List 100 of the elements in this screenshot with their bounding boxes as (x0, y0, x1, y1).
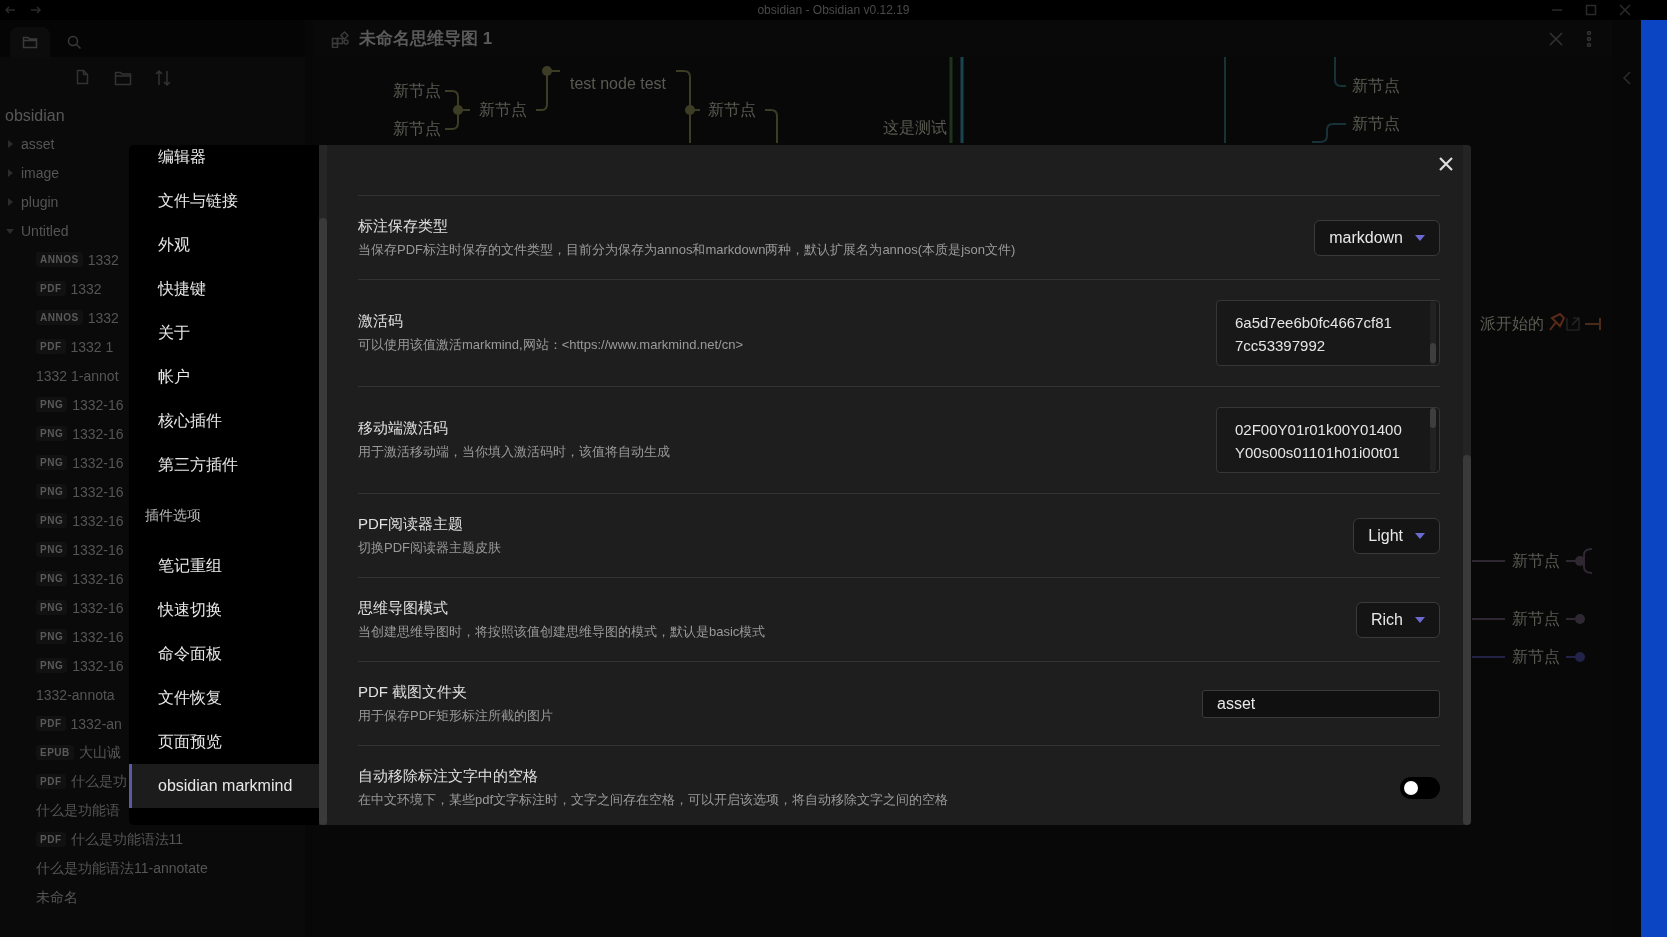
file-name[interactable]: 1332-annota (36, 686, 115, 703)
file-type-badge: PNG (36, 455, 68, 470)
toggle-switch[interactable] (1400, 776, 1440, 799)
expand-caret-icon[interactable] (5, 138, 15, 149)
maximize-icon (1585, 4, 1597, 16)
scrollbar-icon (1429, 301, 1437, 365)
folder-name[interactable]: image (21, 164, 60, 181)
setting-description: 在中文环境下，某些pdf文字标注时，文字之间存在空格，可以开启该选项，将自动移除文字之间的空格 (358, 790, 949, 809)
file-name[interactable]: 1332-16 (72, 512, 124, 529)
file-name[interactable]: 1332-16 (72, 570, 124, 587)
dropdown[interactable]: markdown (1314, 219, 1440, 256)
file-name[interactable]: 1332-16 (72, 425, 124, 442)
file-name[interactable]: 1332-16 (72, 599, 124, 616)
file-type-badge: PDF (36, 716, 66, 731)
file-name[interactable]: 大山诚 (78, 743, 121, 762)
text-area[interactable]: 02F00Y01r01k00Y01400 Y00s00s01101h01i00t01 (1216, 407, 1440, 473)
setting-description: 用于激活移动端，当你填入激活码时，该值将自动生成 (358, 443, 670, 461)
setting-name: PDF 截图文件夹 (358, 682, 469, 702)
file-type-badge: EPUB (36, 745, 74, 760)
mindmap-node[interactable]: 这是测试 (883, 117, 947, 139)
scrollbar-icon (1429, 408, 1437, 472)
caret-icon (1415, 532, 1425, 539)
file-name[interactable]: 1332-16 (72, 454, 124, 471)
caret-icon (1415, 234, 1425, 241)
caret-icon (1415, 616, 1425, 623)
settings-nav-item[interactable]: 核心插件 (129, 399, 319, 443)
settings-nav-item[interactable]: 文件恢复 (129, 676, 319, 720)
settings-nav-item[interactable]: 命令面板 (129, 632, 319, 676)
file-name[interactable]: 1332-16 (72, 541, 124, 558)
mindmap-node[interactable]: 新节点 (1352, 75, 1400, 97)
mindmap-node[interactable]: 新节点 (1512, 646, 1560, 668)
file-name[interactable]: 什么是功 (70, 772, 127, 791)
sort-icon (153, 69, 172, 87)
setting-description: 当保存PDF标注时保存的文件类型，目前分为保存为annos和markdown两种，默认扩展名为annos(本质是json文件) (358, 240, 1016, 259)
mindmap-node[interactable]: 新节点 (393, 118, 441, 140)
settings-nav-item[interactable]: 帐户 (129, 355, 319, 399)
mindmap-node[interactable]: 新节点 (479, 99, 527, 121)
connector-drawing (535, 66, 561, 111)
back-arrow-icon (4, 4, 16, 16)
file-name[interactable]: 1332 1-annot (36, 367, 119, 384)
file-name[interactable]: 什么是功能语 (36, 801, 120, 820)
setting-name: 标注保存类型 (358, 216, 449, 236)
mindmap-node[interactable]: 派开始的 (1480, 313, 1544, 335)
folder-name[interactable]: Untitled (21, 222, 69, 239)
folder-icon (22, 34, 38, 50)
file-name[interactable]: 未命名 (36, 888, 78, 907)
mindmap-node[interactable]: 新节点 (708, 99, 756, 121)
file-name[interactable]: 1332-16 (72, 396, 124, 413)
mindmap-node[interactable]: 新节点 (1352, 113, 1400, 135)
connector-line (1334, 56, 1347, 87)
settings-nav-item[interactable]: 页面预览 (129, 720, 319, 764)
folder-name[interactable]: asset (21, 135, 55, 152)
scrollbar[interactable] (1463, 145, 1471, 825)
file-type-badge: PNG (36, 571, 68, 586)
files-tab[interactable] (10, 27, 50, 57)
file-name[interactable]: 1332 1 (70, 338, 114, 355)
file-name[interactable]: 1332-an (70, 715, 122, 732)
setting-name: PDF阅读器主题 (358, 514, 464, 534)
close-icon (1548, 30, 1564, 47)
file-type-badge: PDF (36, 832, 66, 847)
file-name[interactable]: 1332 (87, 309, 119, 326)
file-name[interactable]: 什么是功能语法11 (70, 830, 184, 849)
connector-drawing (444, 90, 471, 130)
mindmap-icon (331, 29, 349, 48)
settings-nav-item[interactable]: 笔记重组 (129, 544, 319, 588)
mindmap-node[interactable]: 新节点 (1512, 608, 1560, 630)
more-options-icon (1586, 30, 1592, 47)
dropdown[interactable]: Rich (1356, 601, 1440, 638)
settings-nav-item[interactable]: 第三方插件 (129, 443, 319, 487)
text-field[interactable]: asset (1202, 689, 1440, 718)
mindmap-node[interactable]: 新节点 (1512, 550, 1560, 572)
folder-name[interactable]: plugin (21, 193, 59, 210)
settings-nav-item[interactable]: 文件与链接 (129, 179, 319, 223)
dropdown[interactable]: Light (1353, 517, 1440, 554)
text-area[interactable]: 6a5d7ee6b0fc4667cf81 7cc53397992 (1216, 300, 1440, 366)
file-name[interactable]: 1332-16 (72, 483, 124, 500)
settings-nav-item[interactable]: 快捷键 (129, 267, 319, 311)
mindmap-node[interactable]: test node test (569, 75, 667, 93)
file-type-badge: PDF (36, 774, 66, 789)
connector-line (764, 109, 778, 144)
file-name[interactable]: 1332-16 (72, 628, 124, 645)
file-type-badge: ANNOS (36, 310, 83, 325)
file-name[interactable]: 什么是功能语法11-annotate (36, 859, 208, 878)
settings-nav-item[interactable]: 编辑器 (129, 145, 319, 179)
settings-nav-item[interactable]: 快速切换 (129, 588, 319, 632)
mindmap-node[interactable]: 新节点 (393, 80, 441, 102)
settings-nav-item[interactable]: obsidian markmind (129, 764, 319, 808)
nav-section-heading: 插件选项 (144, 505, 202, 525)
expand-caret-icon[interactable] (5, 167, 15, 178)
new-folder-icon (113, 69, 132, 87)
file-name[interactable]: 1332 (70, 280, 102, 297)
expand-caret-icon[interactable] (5, 196, 15, 207)
vault-name: obsidian (4, 106, 66, 126)
settings-nav-item[interactable]: 关于 (129, 311, 319, 355)
file-name[interactable]: 1332-16 (72, 657, 124, 674)
settings-nav-item[interactable]: 外观 (129, 223, 319, 267)
scrollbar[interactable] (319, 145, 327, 825)
file-name[interactable]: 1332 (87, 251, 119, 268)
file-type-badge: PNG (36, 397, 68, 412)
search-icon (66, 34, 82, 50)
